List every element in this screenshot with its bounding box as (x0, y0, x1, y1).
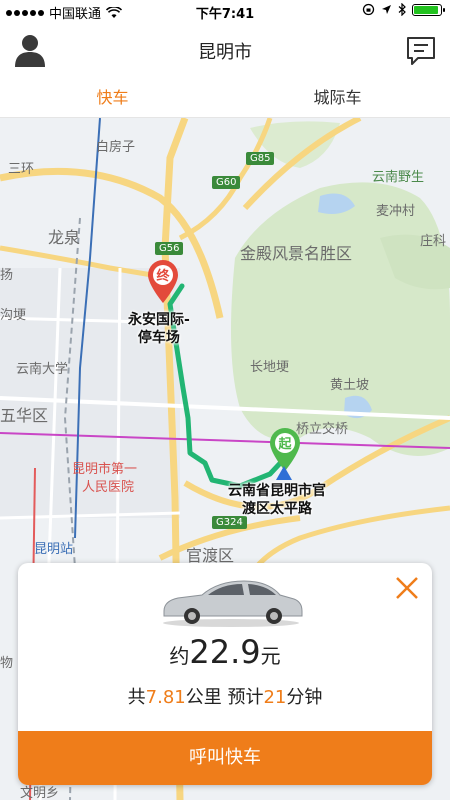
road-sign-g56: G56 (155, 242, 184, 255)
map-label: 金殿风景名胜区 (240, 244, 353, 263)
header-bar: 昆明市 (0, 22, 450, 78)
close-icon (396, 577, 418, 599)
current-location-icon (276, 466, 292, 480)
destination-label: 永安国际- 停车场 (128, 312, 190, 346)
end-marker-label: 终 (156, 269, 170, 284)
service-tabs: 快车 城际车 (0, 78, 450, 118)
map-label: 昆明市第一 (72, 462, 138, 477)
city-title[interactable]: 昆明市 (0, 38, 450, 64)
map-label: 沟埂 (0, 308, 27, 323)
trip-distance: 7.81 (145, 687, 186, 708)
fare-amount: 22.9 (189, 633, 261, 671)
ride-estimate-card: 约22.9元 共7.81公里 预计21分钟 呼叫快车 (18, 563, 432, 785)
road-sign-g60: G60 (212, 176, 241, 189)
distance-unit: 公里 预计 (185, 687, 264, 708)
map-label: 昆明站 (34, 542, 74, 557)
map-label: 扬 (0, 268, 14, 283)
map-label: 麦冲村 (376, 204, 416, 219)
map-label: 物 (0, 656, 14, 671)
origin-label: 云南省昆明市官 渡区太平路 (228, 483, 326, 517)
map-label: 五华区 (0, 406, 49, 425)
map-label: 云南野生 (372, 170, 425, 185)
fare-unit: 元 (260, 644, 281, 668)
bluetooth-icon (398, 3, 406, 16)
map-label: 白房子 (96, 140, 136, 155)
map-label: 黄土坡 (330, 378, 370, 393)
car-icon (163, 580, 303, 627)
message-button[interactable] (404, 34, 438, 68)
tab-intercity[interactable]: 城际车 (225, 78, 450, 117)
fare-prefix: 约 (169, 644, 190, 668)
road-sign-g85: G85 (246, 152, 275, 165)
fare-estimate: 约22.9元 (18, 633, 432, 671)
message-icon (407, 37, 435, 65)
map-label: 龙泉 (48, 228, 81, 247)
rotation-lock-icon (362, 3, 375, 16)
trip-prefix: 共 (127, 687, 146, 708)
map-label: 云南大学 (16, 362, 69, 377)
start-marker-label: 起 (278, 437, 292, 452)
map-label: 桥立交桥 (296, 422, 349, 437)
trip-duration: 21 (263, 687, 287, 708)
map-label: 庄科 (420, 234, 447, 249)
duration-unit: 分钟 (286, 687, 323, 708)
tab-express[interactable]: 快车 (0, 78, 225, 117)
call-express-button[interactable]: 呼叫快车 (18, 731, 432, 785)
status-bar: 中国联通 下午7:41 (0, 0, 450, 22)
trip-summary: 共7.81公里 预计21分钟 (18, 683, 432, 709)
close-button[interactable] (392, 573, 422, 603)
map-label: 长地埂 (250, 360, 290, 375)
map-label: 三环 (8, 162, 35, 177)
map-label: 人民医院 (82, 480, 135, 495)
battery-icon (412, 3, 445, 16)
destination-marker[interactable]: 终 (145, 258, 181, 304)
location-arrow-icon (382, 5, 391, 14)
